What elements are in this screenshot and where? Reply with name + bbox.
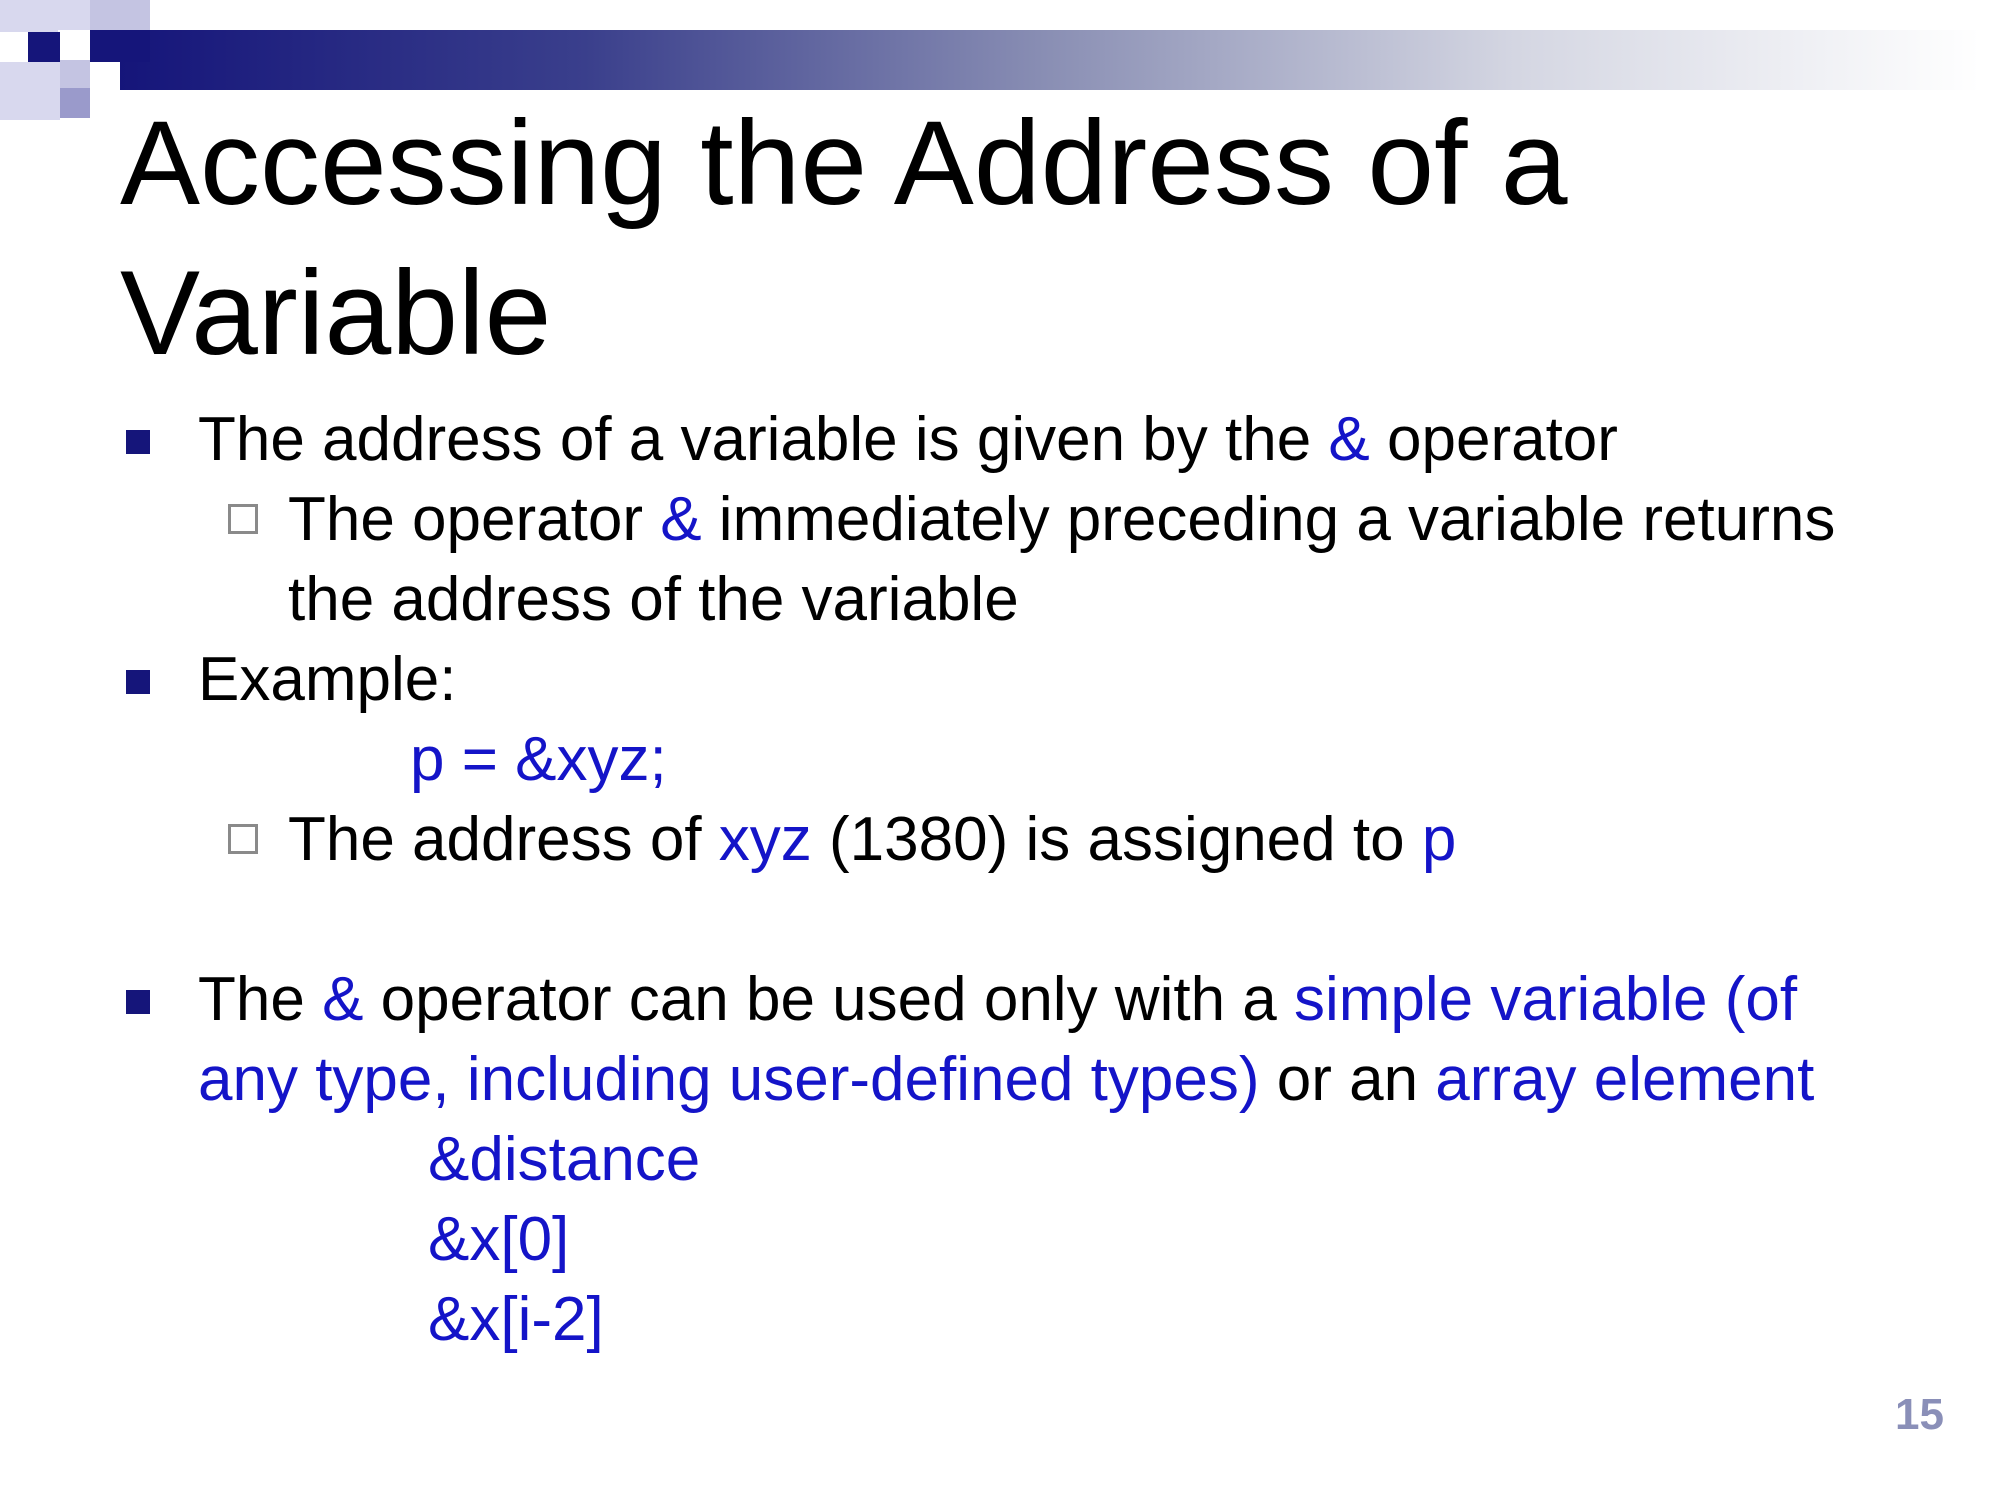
bullet-text: The address of a variable is given by th…: [198, 405, 1329, 474]
bullet-text: or an: [1259, 1045, 1436, 1114]
bullet-item-address-operator: The address of a variable is given by th…: [120, 400, 1880, 480]
square-bullet-icon: [126, 990, 150, 1014]
logo-square: [60, 88, 90, 118]
logo-square: [58, 0, 90, 30]
variable-highlight: p: [1421, 805, 1457, 874]
page-number: 15: [1895, 1390, 1944, 1439]
bullet-text: operator can be used only with a: [363, 965, 1294, 1034]
slide-content: The address of a variable is given by th…: [120, 400, 1880, 1360]
logo-square: [0, 62, 60, 120]
bullet-text: operator: [1369, 405, 1618, 474]
slide-title: Accessing the Address of a Variable: [120, 96, 1568, 380]
code-line: &x[0]: [428, 1205, 570, 1274]
square-bullet-icon: [126, 430, 150, 454]
logo-square: [28, 32, 60, 62]
slide: Accessing the Address of a Variable The …: [0, 0, 2000, 1500]
bullet-item-example: Example:: [120, 640, 1880, 720]
sub-bullet-text: (1380) is assigned to: [811, 805, 1422, 874]
square-bullet-icon: [126, 670, 150, 694]
code-example-assignment: p = &xyz;: [410, 725, 667, 794]
hollow-square-bullet-icon: [228, 824, 258, 854]
logo-square: [90, 0, 150, 32]
header-gradient-bar: [120, 30, 1980, 90]
term-highlight: array element: [1435, 1045, 1815, 1114]
hollow-square-bullet-icon: [228, 504, 258, 534]
operator-highlight: &: [1328, 405, 1370, 474]
code-line: &x[i-2]: [428, 1285, 604, 1354]
operator-highlight: &: [660, 485, 702, 554]
bullet-item-usage-restriction: The & operator can be used only with a s…: [120, 960, 1880, 1120]
logo-square: [0, 0, 58, 32]
sub-bullet-text: The operator: [288, 485, 661, 554]
logo-square: [90, 30, 150, 62]
operator-highlight: &: [322, 965, 364, 1034]
variable-highlight: xyz: [718, 805, 812, 874]
bullet-text: The: [198, 965, 323, 1034]
example-label: Example:: [198, 645, 457, 714]
code-line: &distance: [428, 1125, 701, 1194]
sub-bullet-item-assigned: The address of xyz (1380) is assigned to…: [120, 800, 1880, 880]
sub-bullet-item-preceding: The operator & immediately preceding a v…: [120, 480, 1880, 640]
sub-bullet-text: The address of: [288, 805, 719, 874]
